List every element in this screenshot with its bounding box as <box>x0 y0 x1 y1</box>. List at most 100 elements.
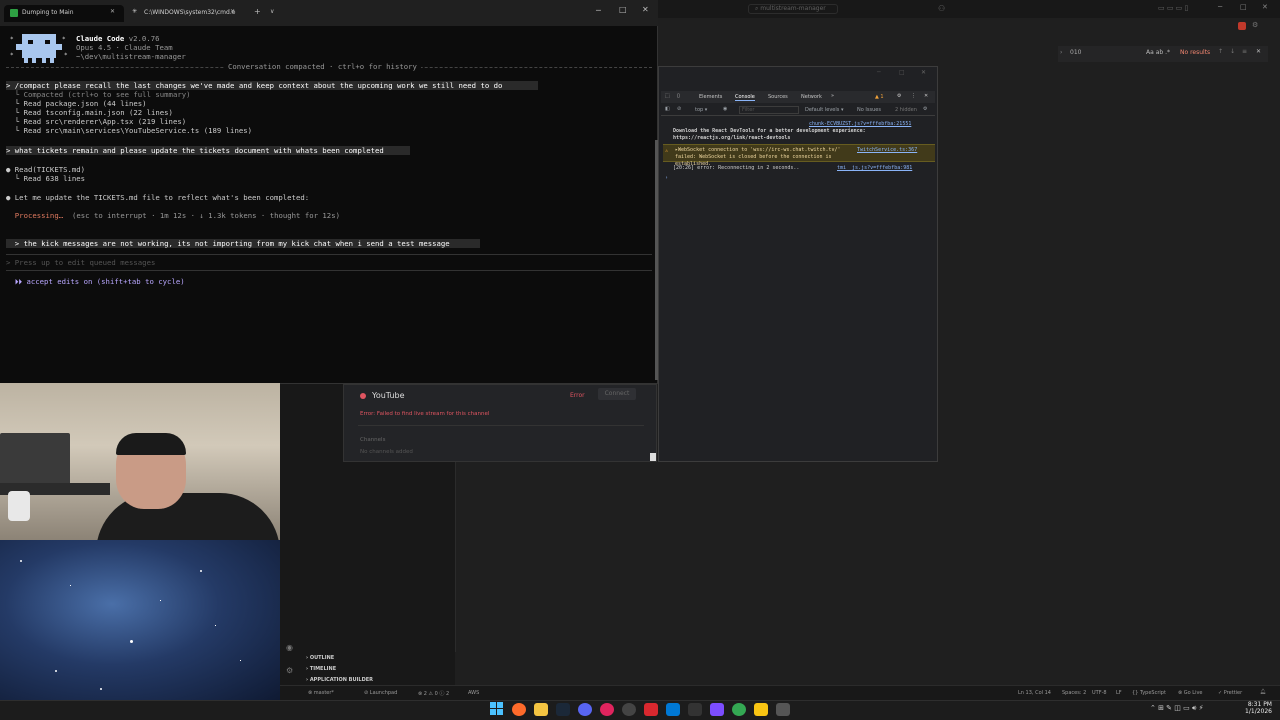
console-filter-input[interactable]: Filter <box>739 106 799 114</box>
new-tab-button[interactable]: + <box>254 7 261 16</box>
tool-result-line: └ Read src\main\services\YouTubeService.… <box>6 126 253 135</box>
settings-gear-icon[interactable]: ⚙ <box>897 93 901 99</box>
app-red-icon[interactable] <box>600 703 614 716</box>
tab-title: Dumping to Main <box>22 9 74 16</box>
status-language[interactable]: {} TypeScript <box>1132 690 1166 696</box>
close-button[interactable]: ✕ <box>921 69 926 76</box>
find-options[interactable]: Aa ab .* <box>1146 49 1170 56</box>
firefox-icon[interactable] <box>512 703 526 716</box>
eye-icon[interactable]: ◉ <box>723 106 727 112</box>
find-selection-icon[interactable]: ≡ <box>1242 48 1247 55</box>
terminal-tab-active[interactable]: Dumping to Main ✕ <box>4 5 124 22</box>
status-branch[interactable]: ⊗ master* <box>308 690 334 696</box>
close-icon[interactable]: ✕ <box>924 93 928 99</box>
tab-dropdown-button[interactable]: ∨ <box>270 8 274 15</box>
accounts-icon[interactable]: ⚙ <box>1252 21 1258 29</box>
sidebar-section-timeline[interactable]: › TIMELINE <box>306 666 336 672</box>
status-launchpad[interactable]: ⊘ Launchpad <box>364 690 397 696</box>
sidebar-toggle-icon[interactable]: ◧ <box>665 106 670 112</box>
app-purple-icon[interactable] <box>710 703 724 716</box>
manage-gear-icon[interactable]: ⚙ <box>286 666 293 675</box>
status-cursor-position[interactable]: Ln 13, Col 14 <box>1018 690 1051 696</box>
close-tab-icon[interactable]: ✕ <box>230 8 235 15</box>
service-name: YouTube <box>372 391 405 400</box>
prompt-input[interactable]: > Press up to edit queued messages <box>6 258 155 267</box>
tab-elements[interactable]: Elements <box>699 94 722 100</box>
warning-icon: ⚠ <box>665 148 669 154</box>
discord-icon[interactable] <box>578 703 592 716</box>
status-encoding[interactable]: UTF-8 <box>1092 690 1107 696</box>
scrollbar-thumb[interactable] <box>650 453 656 461</box>
status-indent[interactable]: Spaces: 2 <box>1062 690 1086 696</box>
sidebar-section-application-builder[interactable]: › APPLICATION BUILDER <box>306 677 373 683</box>
device-toolbar-icon[interactable]: ▯ <box>677 93 680 99</box>
status-aws[interactable]: AWS <box>468 690 479 696</box>
maximize-button[interactable]: □ <box>1240 3 1247 11</box>
chrome-icon[interactable] <box>732 703 746 716</box>
issues-button[interactable]: No Issues <box>857 107 881 113</box>
service-status: Error <box>570 392 585 399</box>
minimize-button[interactable]: ─ <box>596 6 601 15</box>
connect-button[interactable]: Connect <box>598 388 636 400</box>
accounts-icon[interactable]: ◉ <box>286 643 293 652</box>
status-go-live[interactable]: ⊗ Go Live <box>1178 690 1203 696</box>
more-tabs-icon[interactable]: » <box>831 93 834 99</box>
message-source-link[interactable]: chunk-ECVBUZST.js?v=fffebfba:21551 <box>809 121 911 127</box>
app-icon[interactable] <box>644 703 658 716</box>
tab-network[interactable]: Network <box>801 94 822 100</box>
context-select[interactable]: top ▾ <box>695 107 707 113</box>
console-message-react: Download the React DevTools for a better… <box>673 128 866 141</box>
console-toolbar: ◧ ⊘ top ▾ ◉ Filter Default levels ▾ No I… <box>661 104 935 116</box>
tab-sources[interactable]: Sources <box>768 94 788 100</box>
message-source-link[interactable]: TwitchService.ts:367 <box>857 147 917 153</box>
find-input[interactable]: 010 <box>1070 49 1081 56</box>
bottle-shape <box>8 491 30 521</box>
settings-icon[interactable] <box>776 703 790 716</box>
close-find-icon[interactable]: ✕ <box>1256 48 1261 55</box>
clear-console-icon[interactable]: ⊘ <box>677 106 681 112</box>
close-tab-icon[interactable]: ✕ <box>110 8 115 15</box>
copilot-icon[interactable]: ⚇ <box>938 4 945 13</box>
vscode-icon[interactable] <box>666 703 680 716</box>
chevron-right-icon[interactable]: › <box>1060 49 1062 56</box>
tab-console[interactable]: Console <box>735 94 755 101</box>
inspect-icon[interactable]: ⬚ <box>665 93 670 99</box>
obs-icon[interactable] <box>622 703 636 716</box>
maximize-button[interactable]: □ <box>899 69 905 76</box>
command-center-search[interactable]: ⌕ multistream-manager <box>748 4 838 14</box>
no-channels-text: No channels added <box>360 449 413 455</box>
terminal-tab[interactable]: ✳ C:\WINDOWS\system32\cmd.e ✕ <box>128 5 244 22</box>
message-source-link[interactable]: tmi__js.js?v=fffebfba:981 <box>837 165 912 171</box>
clock[interactable]: 8:31 PM 1/1/2026 <box>1244 701 1272 715</box>
start-button[interactable] <box>490 702 504 716</box>
terminal-scrollbar[interactable] <box>655 140 658 380</box>
bell-icon[interactable]: 🔔︎ <box>1260 689 1266 695</box>
status-eol[interactable]: LF <box>1116 690 1122 696</box>
app-service-card: YouTube Error Connect Error: Failed to f… <box>343 384 657 462</box>
app-yellow-icon[interactable] <box>754 703 768 716</box>
user-prompt: > /compact please recall the last change… <box>6 81 538 90</box>
close-button[interactable]: ✕ <box>1262 3 1268 11</box>
console-settings-icon[interactable]: ⚙ <box>923 106 927 112</box>
prev-match-icon[interactable]: ↑ <box>1218 48 1223 55</box>
close-button[interactable]: ✕ <box>642 5 649 14</box>
console-prompt[interactable]: › <box>665 175 668 181</box>
file-explorer-icon[interactable] <box>534 703 548 716</box>
kebab-menu-icon[interactable]: ⋮ <box>911 93 916 99</box>
minimize-button[interactable]: ─ <box>1218 3 1222 11</box>
layout-icons[interactable]: ▭ ▭ ▭ ▯ <box>1158 4 1188 12</box>
status-bar: ⊗ master* ⊘ Launchpad ⊗ 2 ⚠ 0 ⓘ 2 AWS Ln… <box>280 685 1280 700</box>
console-output: chunk-ECVBUZST.js?v=fffebfba:21551 Downl… <box>661 117 935 457</box>
log-levels-select[interactable]: Default levels ▾ <box>805 107 843 113</box>
minimize-button[interactable]: ─ <box>877 69 881 76</box>
steam-icon[interactable] <box>556 703 570 716</box>
sidebar-section-outline[interactable]: › OUTLINE <box>306 655 334 661</box>
system-tray-icons[interactable]: ⌃ ⊞ ✎ ◫ ▭ 🔊︎ ⚡ <box>1150 704 1204 713</box>
warning-badge[interactable]: ▲ 1 <box>875 94 884 100</box>
tool-result-line: └ Read tsconfig.main.json (22 lines) <box>6 108 173 117</box>
status-prettier[interactable]: ✓ Prettier <box>1218 690 1242 696</box>
status-problems[interactable]: ⊗ 2 ⚠ 0 ⓘ 2 <box>418 690 449 697</box>
maximize-button[interactable]: □ <box>619 5 627 14</box>
next-match-icon[interactable]: ↓ <box>1230 48 1235 55</box>
terminal-app-icon[interactable] <box>688 703 702 716</box>
